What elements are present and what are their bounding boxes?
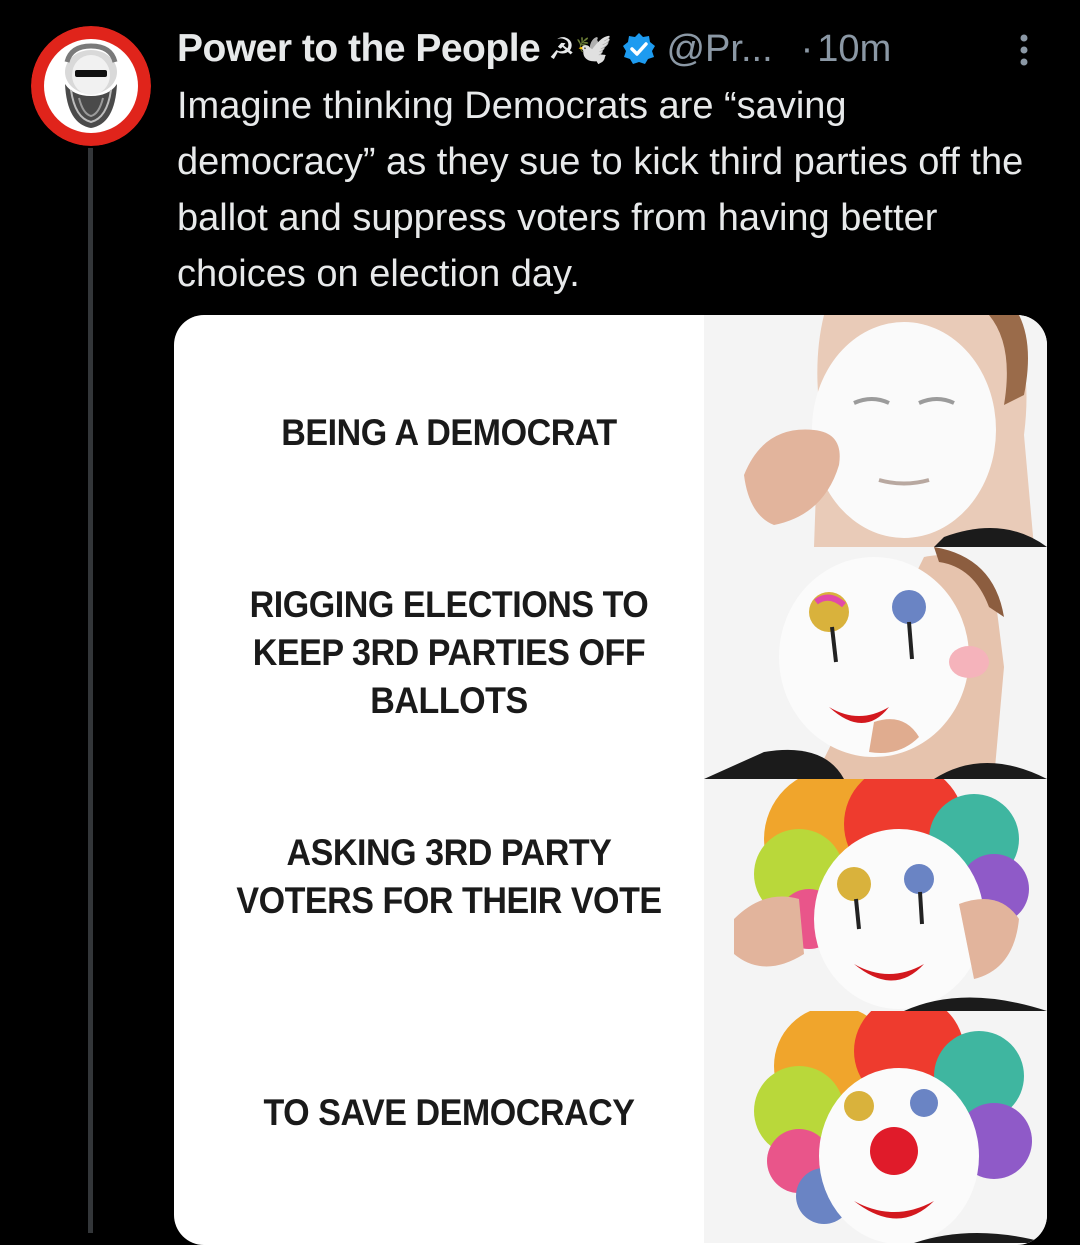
more-vertical-icon[interactable] <box>1014 30 1034 70</box>
post-media-image[interactable]: BEING A DEMOCRAT RIGGING ELECTIONS TO KE… <box>174 315 1047 1245</box>
post-text: Imagine thinking Democrats are “saving d… <box>177 85 1024 295</box>
separator-dot: · <box>800 27 814 70</box>
clown-stage-4-red-nose <box>704 1011 1047 1243</box>
hammer-sickle-dove-icon: ☭🕊️ <box>548 32 613 66</box>
meme-caption-4: TO SAVE DEMOCRACY <box>263 1092 635 1133</box>
avatar[interactable] <box>31 26 151 146</box>
meme-panel-2: RIGGING ELECTIONS TO KEEP 3RD PARTIES OF… <box>174 547 1047 779</box>
clown-stage-3-rainbow-wig <box>704 779 1047 1011</box>
post-timestamp[interactable]: 10m <box>817 28 891 71</box>
meme-panel-1: BEING A DEMOCRAT <box>174 315 1047 547</box>
meme-panel-4: TO SAVE DEMOCRACY <box>174 1011 1047 1245</box>
thread-line <box>88 148 93 1233</box>
post-header: Power to the People ☭🕊️ @Pr... · 10m <box>177 24 1057 74</box>
meme-caption-3: ASKING 3RD PARTY VOTERS FOR THEIR VOTE <box>236 832 662 921</box>
meme-panel-3: ASKING 3RD PARTY VOTERS FOR THEIR VOTE <box>174 779 1047 1011</box>
clown-stage-1-white-face <box>704 315 1047 547</box>
author-display-name[interactable]: Power to the People <box>177 27 541 71</box>
meme-caption-2: RIGGING ELECTIONS TO KEEP 3RD PARTIES OF… <box>249 584 649 721</box>
clown-stage-2-face-paint <box>704 547 1047 779</box>
marx-portrait-icon <box>31 26 151 146</box>
author-handle[interactable]: @Pr... <box>666 28 772 71</box>
meme-caption-1: BEING A DEMOCRAT <box>281 412 617 453</box>
verified-badge-icon <box>622 32 656 66</box>
